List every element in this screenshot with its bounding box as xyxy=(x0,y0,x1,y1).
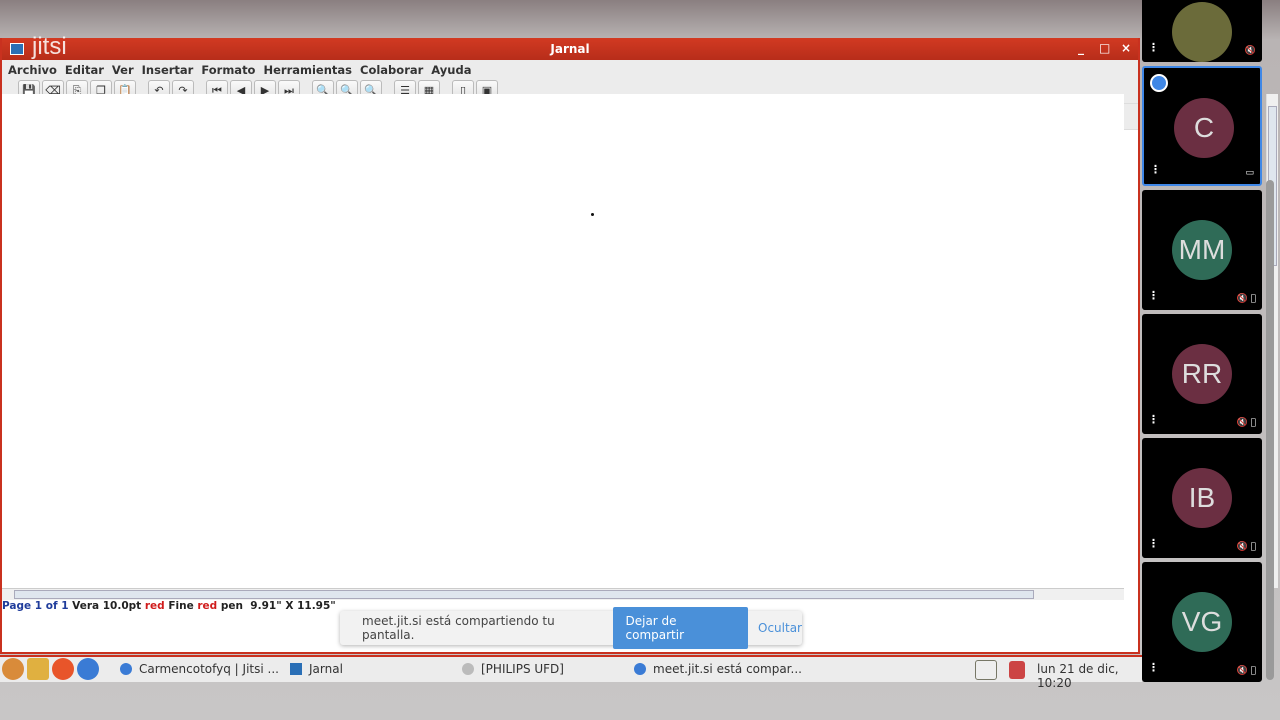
clock[interactable]: lun 21 de dic, 10:20 xyxy=(1037,662,1142,690)
drawing-canvas[interactable] xyxy=(2,94,1124,588)
window-title: Jarnal xyxy=(550,42,590,56)
muted-icon: 🔇 ⃠ xyxy=(1236,542,1256,552)
task-philips-ufd[interactable]: [PHILIPS UFD] xyxy=(462,662,564,676)
muted-icon: 🔇 ⃠ xyxy=(1236,666,1256,676)
menu-formato[interactable]: Formato xyxy=(201,60,263,78)
participant-tile[interactable]: VG ⋮ 🔇 ⃠ xyxy=(1142,562,1262,682)
horizontal-scrollbar[interactable] xyxy=(2,588,1124,600)
muted-icon: 🔇 ⃠ xyxy=(1236,418,1256,428)
maximize-button[interactable]: □ xyxy=(1099,41,1110,55)
menu-ayuda[interactable]: Ayuda xyxy=(431,60,479,78)
participant-tile[interactable]: C ⋮ ▭ xyxy=(1142,66,1262,186)
ink-dot xyxy=(591,213,594,216)
muted-icon: 🔇 ⃠ xyxy=(1236,294,1256,304)
menu-insertar[interactable]: Insertar xyxy=(142,60,202,78)
more-options-icon[interactable]: ⋮ xyxy=(1148,537,1159,550)
avatar: IB xyxy=(1172,468,1232,528)
dominant-speaker-icon xyxy=(1150,74,1168,92)
editor-launcher-icon[interactable] xyxy=(27,658,49,680)
stop-sharing-button[interactable]: Dejar de compartir xyxy=(612,607,749,649)
apps-launcher-icon[interactable] xyxy=(2,658,24,680)
avatar: MM xyxy=(1172,220,1232,280)
share-message: meet.jit.si está compartiendo tu pantall… xyxy=(362,614,555,642)
firefox-icon[interactable] xyxy=(52,658,74,680)
participant-tile[interactable]: IB ⋮ 🔇 ⃠ xyxy=(1142,438,1262,558)
screen-share-banner: meet.jit.si está compartiendo tu pantall… xyxy=(340,607,802,649)
hide-button[interactable]: Ocultar xyxy=(758,621,802,635)
task-jitsi[interactable]: Carmencotofyq | Jitsi ... xyxy=(120,662,279,676)
participant-tile[interactable]: MM ⋮ 🔇 ⃠ xyxy=(1142,190,1262,310)
participant-tile-partial[interactable]: ⋮ 🔇 xyxy=(1142,0,1262,62)
more-options-icon[interactable]: ⋮ xyxy=(1150,163,1161,176)
avatar: VG xyxy=(1172,592,1232,652)
taskbar: Carmencotofyq | Jitsi ... Jarnal [PHILIP… xyxy=(0,655,1142,690)
network-icon[interactable] xyxy=(975,660,997,680)
menu-colaborar[interactable]: Colaborar xyxy=(360,60,431,78)
menu-bar: Archivo Editar Ver Insertar Formato Herr… xyxy=(2,60,1138,78)
menu-ver[interactable]: Ver xyxy=(112,60,142,78)
more-options-icon[interactable]: ⋮ xyxy=(1148,289,1159,302)
close-button[interactable]: × xyxy=(1121,41,1131,55)
task-meet-sharing[interactable]: meet.jit.si está compar... xyxy=(634,662,802,676)
participant-tile[interactable]: RR ⋮ 🔇 ⃠ xyxy=(1142,314,1262,434)
avatar: C xyxy=(1174,98,1234,158)
status-bar: Page 1 of 1 Vera 10.0pt red Fine red pen… xyxy=(2,600,336,612)
menu-editar[interactable]: Editar xyxy=(65,60,112,78)
chromium-icon[interactable] xyxy=(77,658,99,680)
participants-filmstrip: ⋮ 🔇 C ⋮ ▭ MM ⋮ 🔇 ⃠ RR ⋮ 🔇 ⃠ IB ⋮ 🔇 ⃠ VG ⋮ 🔇 ⃠ xyxy=(1142,0,1262,684)
volume-icon[interactable] xyxy=(1009,661,1025,679)
more-options-icon[interactable]: ⋮ xyxy=(1148,661,1159,674)
task-jarnal[interactable]: Jarnal xyxy=(290,662,343,676)
menu-herramientas[interactable]: Herramientas xyxy=(263,60,360,78)
minimize-button[interactable]: _ xyxy=(1078,41,1084,55)
avatar: RR xyxy=(1172,344,1232,404)
menu-archivo[interactable]: Archivo xyxy=(8,60,65,78)
more-options-icon[interactable]: ⋮ xyxy=(1148,413,1159,426)
filmstrip-scrollbar[interactable] xyxy=(1266,180,1274,680)
screen-share-icon: ▭ xyxy=(1245,168,1254,178)
title-bar[interactable]: jitsi Jarnal _ □ × xyxy=(2,33,1138,60)
